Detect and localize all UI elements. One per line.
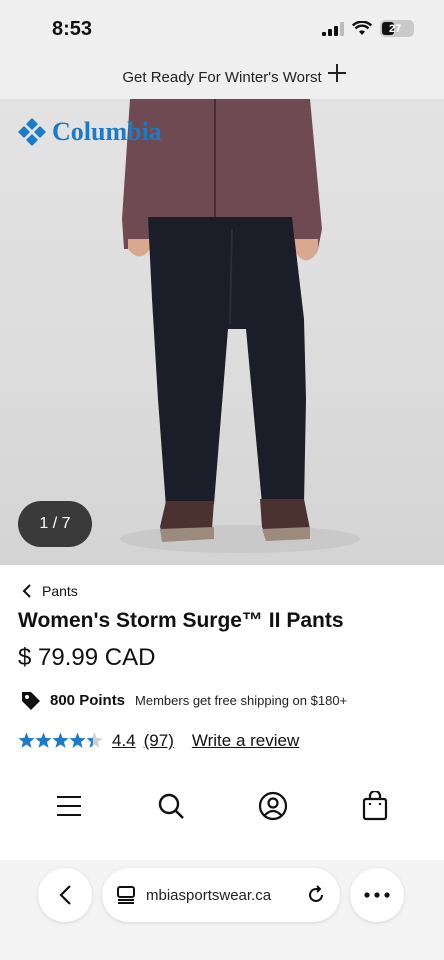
rating-row: 4.4 (97) Write a review: [18, 731, 299, 751]
status-bar: 8:53 27: [0, 0, 444, 56]
chevron-left-icon: [22, 584, 31, 598]
points-label: 800 Points: [50, 691, 126, 709]
points-row: 800 Points Members get free shipping on …: [20, 690, 347, 710]
address-bar[interactable]: mbiasportswear.ca: [102, 868, 340, 922]
product-image[interactable]: Columbia 1 / 7: [0, 99, 444, 565]
promo-text: Get Ready For Winter's Worst: [122, 69, 322, 86]
brand-name: Columbia: [52, 117, 162, 146]
product-price: $ 79.99 CAD: [18, 644, 156, 671]
battery-icon: 27: [380, 20, 414, 37]
account-icon[interactable]: [257, 790, 289, 822]
breadcrumb-label[interactable]: Pants: [42, 583, 78, 599]
menu-icon[interactable]: [53, 790, 85, 822]
url-text[interactable]: mbiasportswear.ca: [146, 887, 296, 904]
brand-logo: Columbia: [18, 117, 162, 147]
columbia-diamond-icon: [18, 118, 46, 146]
wifi-icon: [352, 21, 372, 35]
shipping-note: Members get free shipping on $180+: [135, 692, 348, 708]
site-toolbar: [0, 790, 444, 826]
tag-icon: [22, 692, 40, 710]
cart-icon[interactable]: [359, 790, 391, 822]
breadcrumb[interactable]: Pants: [22, 583, 78, 599]
chevron-left-icon: [59, 885, 71, 905]
more-dots-icon: [364, 892, 390, 898]
status-icons: 27: [322, 20, 414, 37]
write-review-link[interactable]: Write a review: [192, 731, 299, 751]
back-button[interactable]: [38, 868, 92, 922]
search-icon[interactable]: [155, 790, 187, 822]
page-menu-icon[interactable]: [116, 885, 136, 905]
status-time: 8:53: [52, 18, 93, 40]
promo-banner[interactable]: Get Ready For Winter's Worst: [0, 56, 444, 99]
gallery-counter: 1 / 7: [18, 501, 92, 547]
browser-bottom-bar: mbiasportswear.ca: [0, 860, 444, 960]
review-count[interactable]: (97): [144, 731, 174, 751]
model-photo: [120, 99, 360, 553]
battery-level: 27: [389, 22, 402, 35]
plus-icon[interactable]: [326, 62, 348, 84]
star-rating-icon: [18, 732, 103, 748]
rating-value[interactable]: 4.4: [112, 731, 136, 751]
product-title: Women's Storm Surge™ II Pants: [18, 609, 344, 632]
more-button[interactable]: [350, 868, 404, 922]
signal-icon: [322, 21, 344, 36]
reload-icon[interactable]: [306, 885, 326, 905]
